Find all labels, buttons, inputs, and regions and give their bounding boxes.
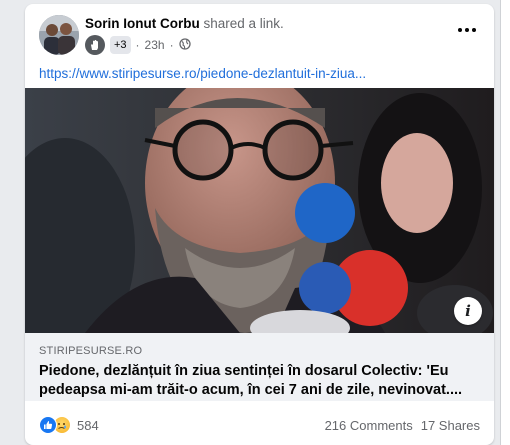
scrollbar-track[interactable] xyxy=(500,0,510,445)
avatar[interactable] xyxy=(39,15,79,55)
preview-domain: STIRIPESURSE.RO xyxy=(39,345,143,357)
post-meta: +3 · 23h · xyxy=(85,35,191,55)
comments-count[interactable]: 216 Comments xyxy=(325,418,413,433)
more-icon[interactable] xyxy=(454,20,480,40)
preview-title[interactable]: Piedone, dezlănțuit în ziua sentinței în… xyxy=(39,362,487,400)
reaction-count[interactable]: 584 xyxy=(77,418,99,433)
tagged-count-badge[interactable]: +3 xyxy=(110,36,131,54)
hand-icon[interactable] xyxy=(85,35,105,55)
dot-separator: · xyxy=(135,38,140,52)
shares-count[interactable]: 17 Shares xyxy=(421,418,480,433)
post-header-text: Sorin Ionut Corbu shared a link. xyxy=(85,16,284,31)
link-preview-text[interactable]: STIRIPESURSE.RO Piedone, dezlănțuit în z… xyxy=(25,333,494,401)
post-card: Sorin Ionut Corbu shared a link. +3 · 23… xyxy=(25,4,494,445)
info-icon[interactable]: i xyxy=(454,297,482,325)
like-reaction-icon xyxy=(39,416,57,434)
author-name[interactable]: Sorin Ionut Corbu xyxy=(85,16,200,31)
reactions-summary[interactable]: 584 xyxy=(39,416,99,434)
shared-link-url[interactable]: https://www.stiripesurse.ro/piedone-dezl… xyxy=(39,66,366,81)
link-preview-image[interactable]: i xyxy=(25,88,494,333)
dot-separator: · xyxy=(169,38,174,52)
post-time[interactable]: 23h xyxy=(145,38,165,52)
author-action: shared a link. xyxy=(203,16,284,31)
engagement-stats: 216 Comments 17 Shares xyxy=(325,418,480,433)
globe-icon xyxy=(178,37,191,53)
